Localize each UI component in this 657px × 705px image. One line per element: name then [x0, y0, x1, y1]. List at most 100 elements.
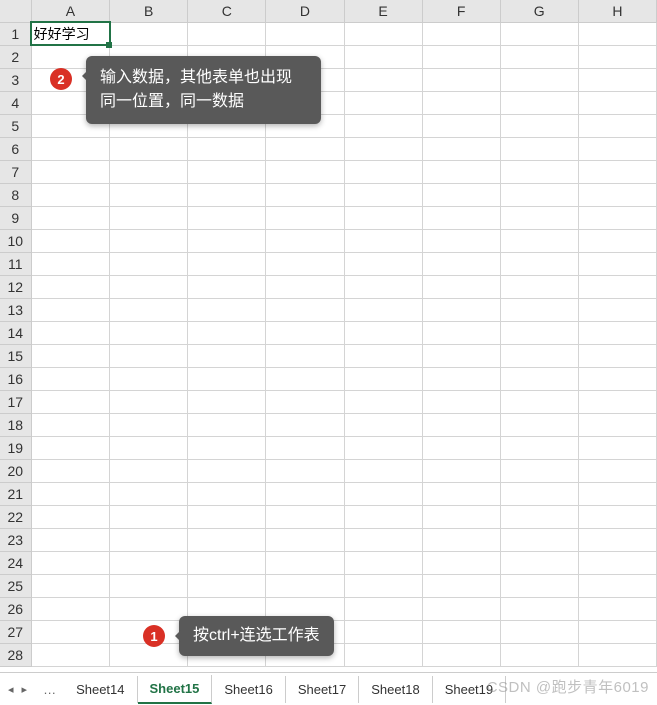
- cell-G22[interactable]: [500, 505, 578, 528]
- row-header-1[interactable]: 1: [0, 22, 31, 45]
- cell-H24[interactable]: [578, 551, 656, 574]
- row-header-5[interactable]: 5: [0, 114, 31, 137]
- cell-A26[interactable]: [31, 597, 110, 620]
- row-header-7[interactable]: 7: [0, 160, 31, 183]
- cell-D14[interactable]: [266, 321, 344, 344]
- cell-D18[interactable]: [266, 413, 344, 436]
- cell-E12[interactable]: [344, 275, 422, 298]
- cell-E21[interactable]: [344, 482, 422, 505]
- row-header-22[interactable]: 22: [0, 505, 31, 528]
- col-header-F[interactable]: F: [422, 0, 500, 22]
- cell-H26[interactable]: [578, 597, 656, 620]
- row-header-15[interactable]: 15: [0, 344, 31, 367]
- cell-H28[interactable]: [578, 643, 656, 666]
- cell-G7[interactable]: [500, 160, 578, 183]
- cell-B10[interactable]: [110, 229, 188, 252]
- row-header-12[interactable]: 12: [0, 275, 31, 298]
- cell-F14[interactable]: [422, 321, 500, 344]
- cell-F25[interactable]: [422, 574, 500, 597]
- cell-A6[interactable]: [31, 137, 110, 160]
- cell-E9[interactable]: [344, 206, 422, 229]
- cell-D1[interactable]: [266, 22, 344, 45]
- cell-D9[interactable]: [266, 206, 344, 229]
- cell-H5[interactable]: [578, 114, 656, 137]
- tab-nav-prev-icon[interactable]: ◂: [6, 683, 16, 696]
- cell-H9[interactable]: [578, 206, 656, 229]
- cell-F20[interactable]: [422, 459, 500, 482]
- row-header-21[interactable]: 21: [0, 482, 31, 505]
- cell-A11[interactable]: [31, 252, 110, 275]
- cell-H8[interactable]: [578, 183, 656, 206]
- cell-A1[interactable]: 好好学习: [31, 22, 110, 45]
- cell-G10[interactable]: [500, 229, 578, 252]
- row-header-25[interactable]: 25: [0, 574, 31, 597]
- cell-G13[interactable]: [500, 298, 578, 321]
- cell-E5[interactable]: [344, 114, 422, 137]
- cell-E1[interactable]: [344, 22, 422, 45]
- cell-A23[interactable]: [31, 528, 110, 551]
- cell-A16[interactable]: [31, 367, 110, 390]
- cell-H13[interactable]: [578, 298, 656, 321]
- cell-B21[interactable]: [110, 482, 188, 505]
- cell-B11[interactable]: [110, 252, 188, 275]
- cell-E27[interactable]: [344, 620, 422, 643]
- cell-F5[interactable]: [422, 114, 500, 137]
- col-header-H[interactable]: H: [578, 0, 656, 22]
- cell-F17[interactable]: [422, 390, 500, 413]
- cell-F28[interactable]: [422, 643, 500, 666]
- col-header-B[interactable]: B: [110, 0, 188, 22]
- cell-B6[interactable]: [110, 137, 188, 160]
- tab-nav-next-icon[interactable]: ▸: [20, 683, 30, 696]
- cell-G5[interactable]: [500, 114, 578, 137]
- cell-H12[interactable]: [578, 275, 656, 298]
- row-header-3[interactable]: 3: [0, 68, 31, 91]
- cell-B8[interactable]: [110, 183, 188, 206]
- cell-C18[interactable]: [188, 413, 266, 436]
- cell-H22[interactable]: [578, 505, 656, 528]
- fill-handle[interactable]: [106, 42, 112, 48]
- row-header-28[interactable]: 28: [0, 643, 31, 666]
- cell-D11[interactable]: [266, 252, 344, 275]
- cell-G17[interactable]: [500, 390, 578, 413]
- cell-H14[interactable]: [578, 321, 656, 344]
- cell-F13[interactable]: [422, 298, 500, 321]
- cell-C15[interactable]: [188, 344, 266, 367]
- cell-G1[interactable]: [500, 22, 578, 45]
- cell-A9[interactable]: [31, 206, 110, 229]
- row-header-11[interactable]: 11: [0, 252, 31, 275]
- cell-C16[interactable]: [188, 367, 266, 390]
- cell-H11[interactable]: [578, 252, 656, 275]
- cell-B9[interactable]: [110, 206, 188, 229]
- cell-B25[interactable]: [110, 574, 188, 597]
- cell-G9[interactable]: [500, 206, 578, 229]
- cell-A14[interactable]: [31, 321, 110, 344]
- sheet-tab-Sheet14[interactable]: Sheet14: [64, 676, 137, 703]
- row-header-20[interactable]: 20: [0, 459, 31, 482]
- cell-D21[interactable]: [266, 482, 344, 505]
- cell-G3[interactable]: [500, 68, 578, 91]
- cell-H6[interactable]: [578, 137, 656, 160]
- cell-F2[interactable]: [422, 45, 500, 68]
- cell-C10[interactable]: [188, 229, 266, 252]
- cell-G6[interactable]: [500, 137, 578, 160]
- cell-B16[interactable]: [110, 367, 188, 390]
- row-header-4[interactable]: 4: [0, 91, 31, 114]
- cell-E3[interactable]: [344, 68, 422, 91]
- cell-A19[interactable]: [31, 436, 110, 459]
- cell-B7[interactable]: [110, 160, 188, 183]
- cell-E15[interactable]: [344, 344, 422, 367]
- sheet-tab-Sheet15[interactable]: Sheet15: [138, 675, 213, 704]
- cell-A13[interactable]: [31, 298, 110, 321]
- cell-C22[interactable]: [188, 505, 266, 528]
- cell-D19[interactable]: [266, 436, 344, 459]
- cell-E24[interactable]: [344, 551, 422, 574]
- cell-B28[interactable]: [110, 643, 188, 666]
- cell-D6[interactable]: [266, 137, 344, 160]
- cell-E8[interactable]: [344, 183, 422, 206]
- cell-G27[interactable]: [500, 620, 578, 643]
- row-header-9[interactable]: 9: [0, 206, 31, 229]
- cell-H1[interactable]: [578, 22, 656, 45]
- row-header-17[interactable]: 17: [0, 390, 31, 413]
- cell-E23[interactable]: [344, 528, 422, 551]
- cell-B26[interactable]: [110, 597, 188, 620]
